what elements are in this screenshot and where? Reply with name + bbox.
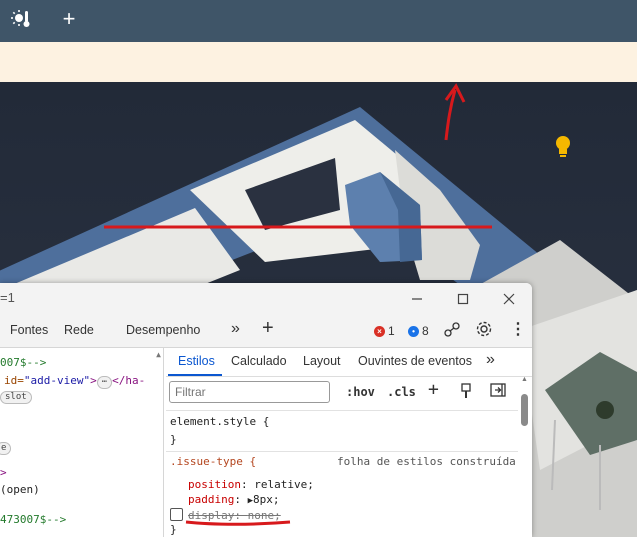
styles-tabbar: Estilos Calculado Layout Ouvintes de eve…	[166, 348, 532, 377]
tree-line[interactable]: (open)	[0, 483, 40, 496]
devtools-title: =1	[0, 290, 15, 305]
tab-desempenho[interactable]: Desempenho	[126, 323, 200, 337]
separator	[166, 410, 518, 411]
connections-icon[interactable]	[443, 321, 461, 342]
declaration-position[interactable]: position: relative;	[188, 478, 532, 491]
message-icon: •	[408, 325, 419, 337]
devtools-titlebar: =1	[0, 283, 532, 315]
tree-line[interactable]: >	[0, 466, 7, 479]
tree-line[interactable]: 007$-->	[0, 356, 46, 369]
styles-filter-input[interactable]	[169, 381, 330, 403]
tab-fontes[interactable]: Fontes	[10, 323, 48, 337]
devtools-window: =1 Fontes Rede Desempenho » + × 1 • 8 ⋮	[0, 283, 532, 537]
tree-line[interactable]: slot	[0, 389, 32, 404]
rule-close: }	[170, 523, 177, 536]
tree-line[interactable]: id="add-view"> ⋯ </ha-	[4, 374, 145, 389]
scroll-up-icon[interactable]: ▲	[521, 376, 528, 383]
minimize-icon[interactable]	[402, 287, 432, 311]
element-style-rule[interactable]: element.style {	[170, 415, 522, 428]
hov-toggle[interactable]: :hov	[346, 385, 375, 399]
maximize-icon[interactable]	[448, 287, 478, 311]
messages-badge[interactable]: • 8	[408, 324, 429, 338]
element-style-close: }	[170, 433, 177, 446]
settings-gear-icon[interactable]	[475, 320, 493, 341]
app-toolbar: +	[0, 0, 637, 42]
plus-icon[interactable]: +	[56, 6, 82, 32]
errors-badge[interactable]: × 1	[374, 324, 395, 338]
styles-scrollbar[interactable]: ▲	[520, 376, 529, 537]
declaration-checkbox[interactable]	[170, 508, 183, 521]
tree-line[interactable]: e	[0, 440, 12, 455]
badge-chip[interactable]: e	[0, 442, 12, 455]
slot-chip[interactable]: slot	[0, 391, 32, 404]
styles-pane: Estilos Calculado Layout Ouvintes de eve…	[166, 348, 532, 537]
lightbulb-icon[interactable]	[556, 136, 570, 157]
tab-layout[interactable]: Layout	[303, 354, 341, 368]
tab-estilos[interactable]: Estilos	[178, 354, 215, 368]
tab-ouvintes-de-eventos[interactable]: Ouvintes de eventos	[358, 354, 472, 368]
tab-calculado[interactable]: Calculado	[231, 354, 287, 368]
error-icon: ×	[374, 325, 385, 337]
declaration-padding[interactable]: padding: ▶8px;	[188, 493, 532, 506]
more-options-icon[interactable]: ⋮	[510, 319, 526, 339]
notification-banner	[0, 42, 637, 82]
tab-rede[interactable]: Rede	[64, 323, 94, 337]
elements-tree[interactable]: ▲ 007$--> id="add-view"> ⋯ </ha- slot e > …	[0, 348, 164, 537]
scrollbar-thumb[interactable]	[521, 394, 528, 426]
devtools-tabbar: Fontes Rede Desempenho » + × 1 • 8 ⋮	[0, 315, 532, 348]
active-tab-indicator	[168, 374, 222, 376]
more-panes-icon[interactable]: »	[486, 351, 495, 369]
separator	[166, 451, 518, 452]
tree-line[interactable]: 473007$-->	[0, 513, 66, 526]
scroll-up-icon[interactable]: ▲	[156, 350, 161, 359]
new-rule-plus-icon[interactable]: +	[428, 379, 439, 400]
cls-toggle[interactable]: .cls	[387, 385, 416, 399]
paint-brush-icon[interactable]	[460, 383, 472, 402]
thermometer-sun-icon[interactable]	[8, 6, 34, 32]
toggle-sidebar-icon[interactable]	[490, 383, 506, 400]
rule-source[interactable]: folha de estilos construída	[337, 455, 532, 468]
close-icon[interactable]	[494, 287, 524, 311]
more-tabs-icon[interactable]: »	[231, 320, 240, 338]
ellipsis-chip[interactable]: ⋯	[96, 376, 113, 389]
add-tab-icon[interactable]: +	[262, 317, 274, 340]
